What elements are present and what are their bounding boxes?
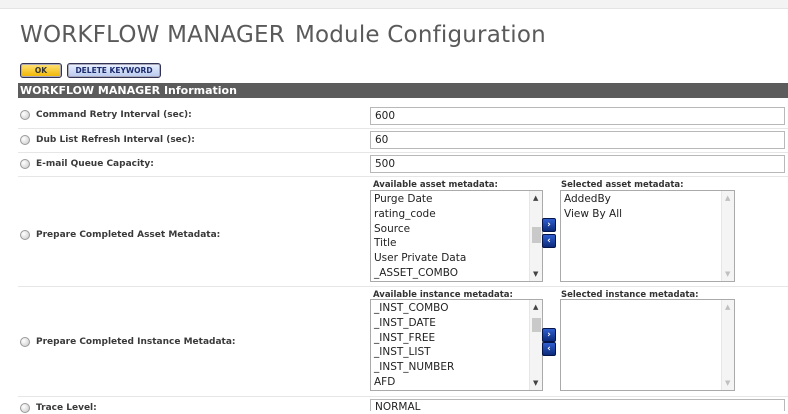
instance-metadata-radio[interactable]: [20, 337, 30, 347]
command-retry-input[interactable]: 600: [370, 107, 785, 125]
available-asset-list[interactable]: Purge Date rating_code Source Title User…: [370, 190, 543, 282]
move-right-button[interactable]: ›: [542, 218, 556, 232]
asset-metadata-radio[interactable]: [20, 230, 30, 240]
section-header: WORKFLOW MANAGER Information: [18, 83, 788, 98]
selected-asset-header: Selected asset metadata:: [561, 180, 684, 190]
trace-level-radio[interactable]: [20, 403, 30, 413]
selected-asset-list[interactable]: AddedBy View By All ▲ ▼: [560, 190, 735, 282]
command-retry-radio[interactable]: [20, 110, 30, 120]
scroll-up-icon[interactable]: ▲: [725, 194, 730, 202]
move-left-button[interactable]: ‹: [542, 342, 556, 356]
asset-metadata-label: Prepare Completed Asset Metadata:: [36, 230, 221, 240]
page-title-sub: Module Configuration: [294, 22, 546, 48]
list-item[interactable]: _INST_FREE: [374, 331, 528, 346]
scroll-up-icon[interactable]: ▲: [533, 194, 538, 202]
available-asset-header: Available asset metadata:: [373, 180, 498, 190]
scroll-up-icon[interactable]: ▲: [533, 303, 538, 311]
instance-metadata-label-row: Prepare Completed Instance Metadata:: [20, 337, 236, 347]
list-item[interactable]: Purge Date: [374, 192, 528, 207]
list-item[interactable]: _ASSET_COMBO: [374, 266, 528, 281]
available-instance-items: _INST_COMBO _INST_DATE _INST_FREE _INST_…: [374, 301, 528, 390]
scrollbar[interactable]: ▲ ▼: [529, 191, 542, 281]
scroll-thumb[interactable]: [532, 227, 541, 243]
list-item[interactable]: rating_code: [374, 207, 528, 222]
move-right-button[interactable]: ›: [542, 328, 556, 342]
ok-button[interactable]: OK: [20, 63, 62, 78]
scrollbar[interactable]: ▲ ▼: [529, 300, 542, 390]
dub-list-refresh-radio[interactable]: [20, 135, 30, 145]
selected-instance-list[interactable]: ▲ ▼: [560, 299, 735, 391]
move-left-button[interactable]: ‹: [542, 234, 556, 248]
list-item[interactable]: _INST_DATE: [374, 316, 528, 331]
row-divider: [18, 286, 788, 287]
row-divider: [18, 396, 788, 397]
email-queue-label-row: E-mail Queue Capacity:: [20, 159, 154, 169]
asset-metadata-label-row: Prepare Completed Asset Metadata:: [20, 230, 220, 240]
scroll-down-icon[interactable]: ▼: [725, 270, 730, 278]
dub-list-refresh-label: Dub List Refresh Interval (sec):: [36, 135, 195, 145]
scroll-down-icon[interactable]: ▼: [533, 379, 538, 387]
selected-asset-items: AddedBy View By All: [564, 192, 720, 222]
scroll-up-icon[interactable]: ▲: [725, 303, 730, 311]
list-item[interactable]: _INST_COMBO: [374, 301, 528, 316]
scroll-down-icon[interactable]: ▼: [725, 379, 730, 387]
available-asset-items: Purge Date rating_code Source Title User…: [374, 192, 528, 281]
list-item[interactable]: Source: [374, 222, 528, 237]
list-item[interactable]: AddedBy: [564, 192, 720, 207]
list-item[interactable]: _INST_LIST: [374, 345, 528, 360]
row-divider: [18, 176, 788, 177]
instance-metadata-label: Prepare Completed Instance Metadata:: [36, 337, 236, 347]
scrollbar[interactable]: ▲ ▼: [721, 191, 734, 281]
list-item[interactable]: AFD: [374, 375, 528, 390]
command-retry-label-row: Command Retry Interval (sec):: [20, 110, 192, 120]
trace-level-label: Trace Level:: [36, 403, 97, 413]
page-title: WORKFLOW MANAGER Module Configuration: [20, 22, 546, 48]
email-queue-input[interactable]: 500: [370, 155, 785, 173]
list-item[interactable]: View By All: [564, 207, 720, 222]
row-divider: [18, 152, 788, 153]
list-item[interactable]: _INST_NUMBER: [374, 360, 528, 375]
email-queue-radio[interactable]: [20, 159, 30, 169]
email-queue-label: E-mail Queue Capacity:: [36, 159, 154, 169]
page-title-main: WORKFLOW MANAGER: [20, 22, 285, 48]
trace-level-label-row: Trace Level:: [20, 403, 97, 413]
dub-list-refresh-input[interactable]: 60: [370, 131, 785, 149]
command-retry-label: Command Retry Interval (sec):: [36, 110, 192, 120]
available-instance-list[interactable]: _INST_COMBO _INST_DATE _INST_FREE _INST_…: [370, 299, 543, 391]
list-item[interactable]: User Private Data: [374, 251, 528, 266]
list-item[interactable]: Title: [374, 236, 528, 251]
trace-level-select[interactable]: NORMAL: [370, 399, 785, 413]
scroll-down-icon[interactable]: ▼: [533, 270, 538, 278]
scroll-thumb[interactable]: [532, 318, 541, 332]
scrollbar[interactable]: ▲ ▼: [721, 300, 734, 390]
dub-list-refresh-label-row: Dub List Refresh Interval (sec):: [20, 135, 195, 145]
row-divider: [18, 128, 788, 129]
top-strip: [0, 0, 788, 9]
delete-keyword-button[interactable]: DELETE KEYWORD: [67, 63, 161, 78]
